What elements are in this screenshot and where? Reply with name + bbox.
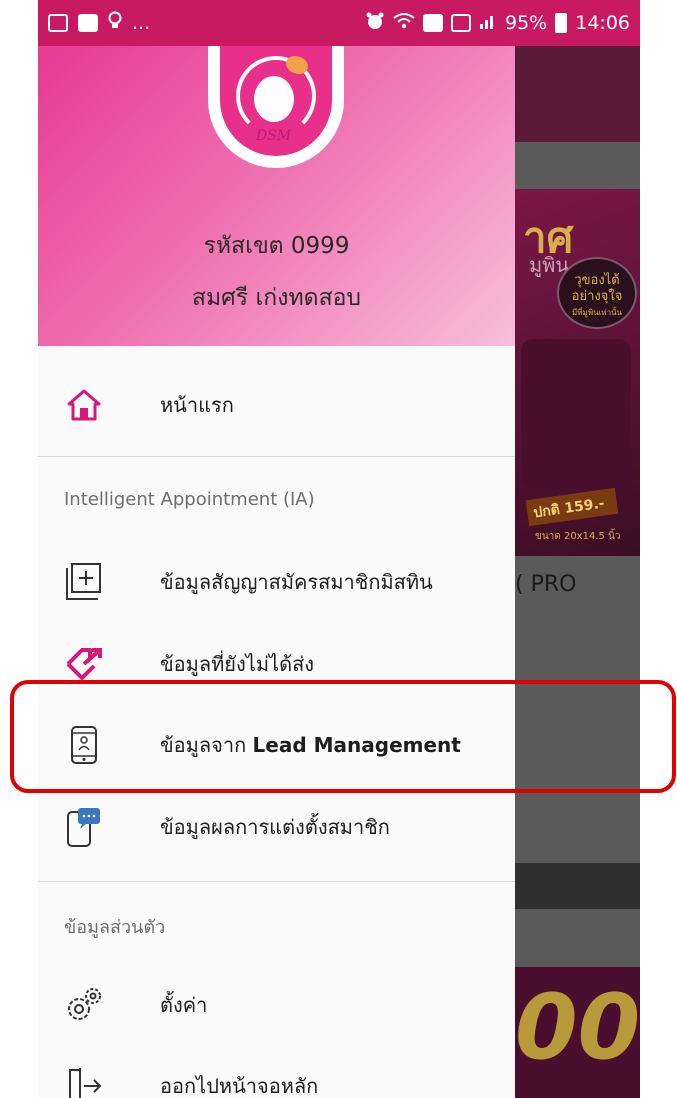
- price-tag: ปกติ 159.-: [525, 487, 619, 527]
- brand-logo: DSM: [208, 46, 344, 168]
- divider: [38, 456, 515, 457]
- clock: 14:06: [575, 12, 630, 34]
- menu-label-unsent-data: ข้อมูลที่ยังไม่ได้ส่ง: [160, 652, 315, 676]
- status-bar: ... 95% 14:06: [38, 0, 640, 46]
- logo-text: DSM: [256, 128, 292, 144]
- menu-label-home: หน้าแรก: [160, 393, 234, 417]
- navigation-drawer: DSM รหัสเขต 0999 สมศรี เก่งทดสอบ หน้าแรก…: [38, 46, 515, 1098]
- app-notification-icon: [78, 14, 98, 32]
- promo-banner: าศ มูพิน วุของได้ อย่างจุใจ มีที่มูพินเท…: [515, 189, 640, 556]
- section-title-ia: Intelligent Appointment (IA): [64, 489, 315, 510]
- battery-icon: [555, 13, 568, 33]
- bottom-banner-number: 00: [515, 975, 640, 1080]
- menu-label-member-contract: ข้อมูลสัญญาสมัครสมาชิกมิสทิน: [160, 570, 433, 594]
- add-box-icon: [64, 562, 104, 602]
- divider: [38, 881, 515, 882]
- highlight-box: [10, 680, 676, 793]
- bulb-notification-icon: [108, 11, 122, 36]
- user-zone-code: รหัสเขต 0999: [203, 233, 350, 259]
- menu-item-settings[interactable]: ตั้งค่า: [38, 973, 515, 1037]
- drawer-header: DSM รหัสเขต 0999 สมศรี เก่งทดสอบ: [38, 46, 515, 346]
- menu-item-appointment-result[interactable]: ข้อมูลผลการแต่งตั้งสมาชิก: [38, 795, 515, 859]
- settings-icon: [64, 985, 104, 1025]
- more-notifications: ...: [132, 12, 151, 34]
- bottom-banner: 00: [515, 967, 640, 1098]
- bubble-line-2: อย่างจุใจ: [571, 289, 623, 304]
- signal-bars-icon: [479, 12, 497, 35]
- background-app: าศ มูพิน วุของได้ อย่างจุใจ มีที่มูพินเท…: [515, 46, 640, 1098]
- logo-silhouette: [254, 76, 294, 122]
- video-strip: [515, 863, 640, 909]
- menu-item-member-contract[interactable]: ข้อมูลสัญญาสมัครสมาชิกมิสทิน: [38, 550, 515, 614]
- gallery-notification-icon: [48, 14, 68, 32]
- wifi-icon: [393, 12, 415, 35]
- battery-percent: 95%: [505, 12, 548, 34]
- chat-phone-icon: [64, 807, 104, 847]
- send-pending-icon: [64, 644, 104, 684]
- section-title-personal: ข้อมูลส่วนตัว: [64, 917, 166, 938]
- menu-item-home[interactable]: หน้าแรก: [38, 373, 515, 437]
- menu-label-appointment-result: ข้อมูลผลการแต่งตั้งสมาชิก: [160, 815, 390, 839]
- promo-bubble: วุของได้ อย่างจุใจ มีที่มูพินเท่านั้น: [557, 257, 637, 329]
- product-title: ( PRO: [515, 572, 577, 597]
- logout-icon: [64, 1066, 104, 1098]
- sim-icon: [423, 14, 443, 32]
- phone-screen: ... 95% 14:06 าศ มูพิน วุของได้ อย่างจุใ…: [38, 0, 640, 1098]
- user-name: สมศรี เก่งทดสอบ: [191, 285, 362, 311]
- background-app-header: [515, 46, 640, 142]
- menu-label-logout: ออกไปหน้าจอหลัก: [160, 1074, 319, 1098]
- bubble-line-3: มีที่มูพินเท่านั้น: [572, 308, 622, 317]
- bubble-line-1: วุของได้: [574, 273, 620, 288]
- home-icon: [64, 385, 104, 425]
- menu-item-logout[interactable]: ออกไปหน้าจอหลัก: [38, 1054, 515, 1098]
- alarm-icon: [365, 11, 385, 36]
- size-label: ขนาด 20x14.5 นิ้ว: [535, 531, 621, 542]
- bag-image: [521, 339, 631, 489]
- signal-box-icon: [451, 14, 471, 32]
- menu-label-settings: ตั้งค่า: [160, 993, 208, 1017]
